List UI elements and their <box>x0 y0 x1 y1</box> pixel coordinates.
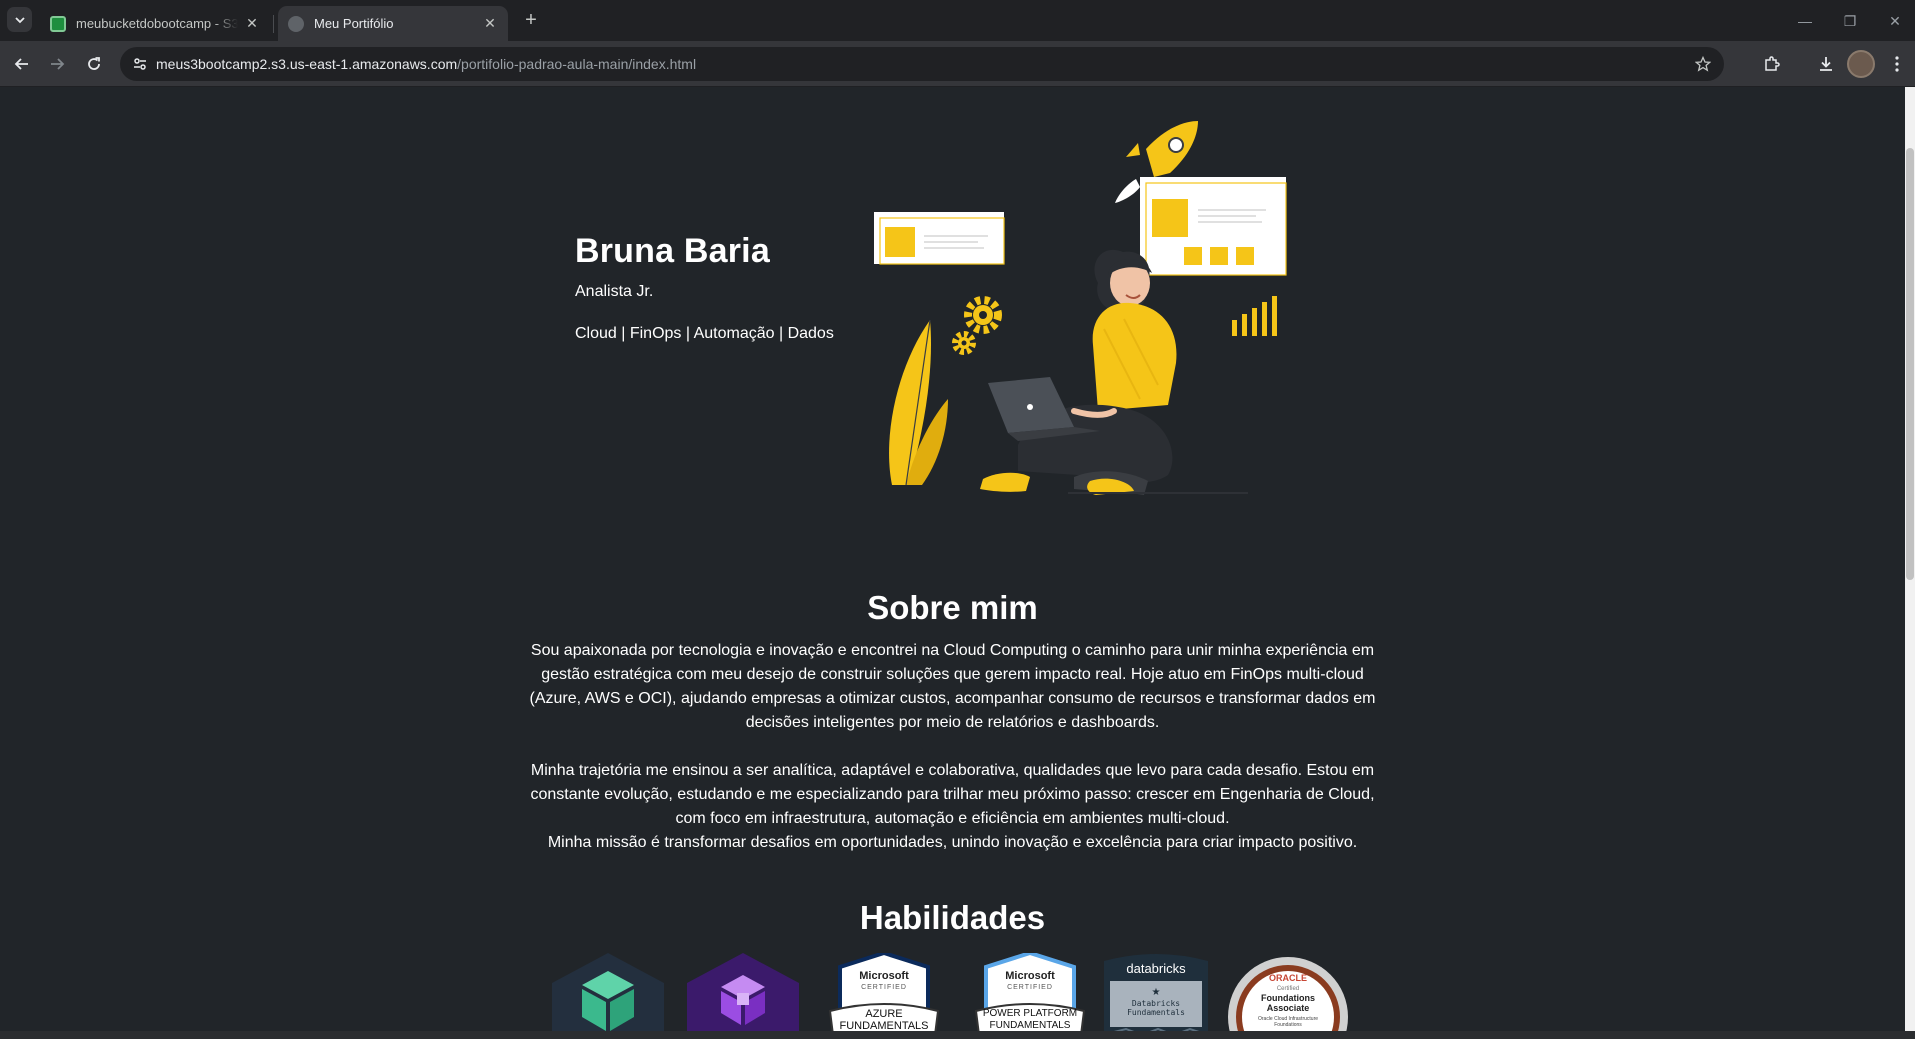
reload-button[interactable] <box>80 50 108 78</box>
arrow-right-icon <box>51 58 65 70</box>
hero-name: Bruna Baria <box>575 232 770 270</box>
tab-s3-bucket[interactable]: meubucketdobootcamp - S3 bucket ✕ <box>40 6 270 41</box>
plant-icon <box>889 319 948 486</box>
forward-button[interactable] <box>43 50 71 78</box>
about-paragraph: Minha trajetória me ensinou a ser analít… <box>530 762 1375 827</box>
browser-toolbar: meus3bootcamp2.s3.us-east-1.amazonaws.co… <box>0 41 1915 87</box>
badge-name: POWER PLATFORM FUNDAMENTALS <box>982 1008 1078 1031</box>
hero-intro: Bruna Baria Analista Jr. Cloud | FinOps … <box>575 232 865 343</box>
skills-title: Habilidades <box>859 899 1046 936</box>
badge-brand: Microsoft <box>859 970 909 982</box>
hero-role: Analista Jr. <box>575 283 654 300</box>
site-info-icon[interactable] <box>130 54 150 74</box>
address-bar[interactable]: meus3bootcamp2.s3.us-east-1.amazonaws.co… <box>120 47 1724 81</box>
badge-subtitle: Oracle Cloud Infrastructure Foundations <box>1257 1016 1319 1028</box>
dashboard-card-right <box>1140 177 1287 276</box>
about-paragraph: Minha missão é transformar desafios em o… <box>547 834 1358 851</box>
profile-avatar[interactable] <box>1847 50 1875 78</box>
globe-favicon-icon <box>288 15 304 32</box>
woman-with-laptop-illustration <box>980 249 1248 495</box>
close-window-icon[interactable]: ✕ <box>1882 8 1908 34</box>
badge-cert: CERTIFIED <box>861 984 907 991</box>
purple-cube-badge-icon[interactable] <box>683 953 803 1031</box>
tab-strip: meubucketdobootcamp - S3 bucket ✕ Meu Po… <box>0 0 1915 41</box>
gear-icon <box>952 296 1002 355</box>
bookmark-star-icon[interactable] <box>1692 53 1714 75</box>
databricks-fundamentals-badge-icon[interactable]: databricks ★ Databricks Fundamentals <box>1096 953 1216 1031</box>
s3-favicon-icon <box>50 15 66 32</box>
about-title: Sobre mim <box>867 589 1038 626</box>
green-cube-badge-icon[interactable] <box>548 953 668 1031</box>
tab-portfolio[interactable]: Meu Portifólio ✕ <box>278 6 508 41</box>
url-path: /portifolio-padrao-aula-main/index.html <box>457 56 697 72</box>
badge-brand: ORACLE <box>1269 973 1307 983</box>
chevron-down-icon <box>14 16 25 23</box>
puzzle-icon <box>1765 56 1780 71</box>
about-text: Sou apaixonada por tecnologia e inovação… <box>525 639 1380 855</box>
tab-search-button[interactable] <box>7 7 32 32</box>
new-tab-button[interactable]: + <box>520 9 542 31</box>
scrollbar-thumb[interactable] <box>1906 148 1914 580</box>
badge-cert: CERTIFIED <box>1007 984 1053 991</box>
bar-chart-icon <box>1232 296 1277 336</box>
tab-title: Meu Portifólio <box>314 16 394 31</box>
arrow-left-icon <box>14 58 28 70</box>
reload-icon <box>88 57 100 70</box>
kebab-menu-icon <box>1895 56 1899 72</box>
badge-brand: Microsoft <box>1005 970 1055 982</box>
extensions-button[interactable] <box>1758 50 1786 78</box>
badges-row: Microsoft CERTIFIED AZURE FUNDAMENTALS M… <box>548 953 1368 1031</box>
microsoft-azure-fundamentals-badge-icon[interactable]: Microsoft CERTIFIED AZURE FUNDAMENTALS <box>824 953 944 1031</box>
hero-illustration <box>874 121 1287 495</box>
url-host: meus3bootcamp2.s3.us-east-1.amazonaws.co… <box>156 56 458 72</box>
close-tab-icon[interactable]: ✕ <box>244 15 260 32</box>
microsoft-power-platform-fundamentals-badge-icon[interactable]: Microsoft CERTIFIED POWER PLATFORM FUNDA… <box>970 953 1090 1031</box>
star-icon: ★ <box>1152 987 1161 998</box>
badge-name: Databricks Fundamentals <box>1127 999 1185 1017</box>
about-paragraph: Sou apaixonada por tecnologia e inovação… <box>529 642 1376 731</box>
hero-tags: Cloud | FinOps | Automação | Dados <box>575 325 834 342</box>
restore-icon[interactable]: ❐ <box>1837 8 1863 34</box>
oracle-foundations-associate-badge-icon[interactable]: ORACLE Certified Foundations Associate O… <box>1228 953 1348 1031</box>
tab-title: meubucketdobootcamp - S3 bucket <box>76 16 238 31</box>
window-bottom-edge <box>0 1031 1915 1039</box>
menu-button[interactable] <box>1883 50 1911 78</box>
badge-cert: Certified <box>1277 986 1299 992</box>
dashboard-card-left <box>874 212 1005 265</box>
badge-name: AZURE FUNDAMENTALS <box>839 1008 929 1032</box>
download-icon <box>1820 57 1832 71</box>
badge-name: Foundations Associate <box>1261 993 1315 1013</box>
minimize-icon[interactable]: — <box>1792 8 1818 34</box>
downloads-button[interactable] <box>1812 50 1840 78</box>
tab-separator <box>273 15 274 33</box>
close-tab-icon[interactable]: ✕ <box>482 15 498 32</box>
badge-brand: databricks <box>1126 961 1186 976</box>
back-button[interactable] <box>8 50 36 78</box>
page-viewport: Bruna Baria Analista Jr. Cloud | FinOps … <box>0 87 1905 1031</box>
url-text: meus3bootcamp2.s3.us-east-1.amazonaws.co… <box>156 56 696 72</box>
